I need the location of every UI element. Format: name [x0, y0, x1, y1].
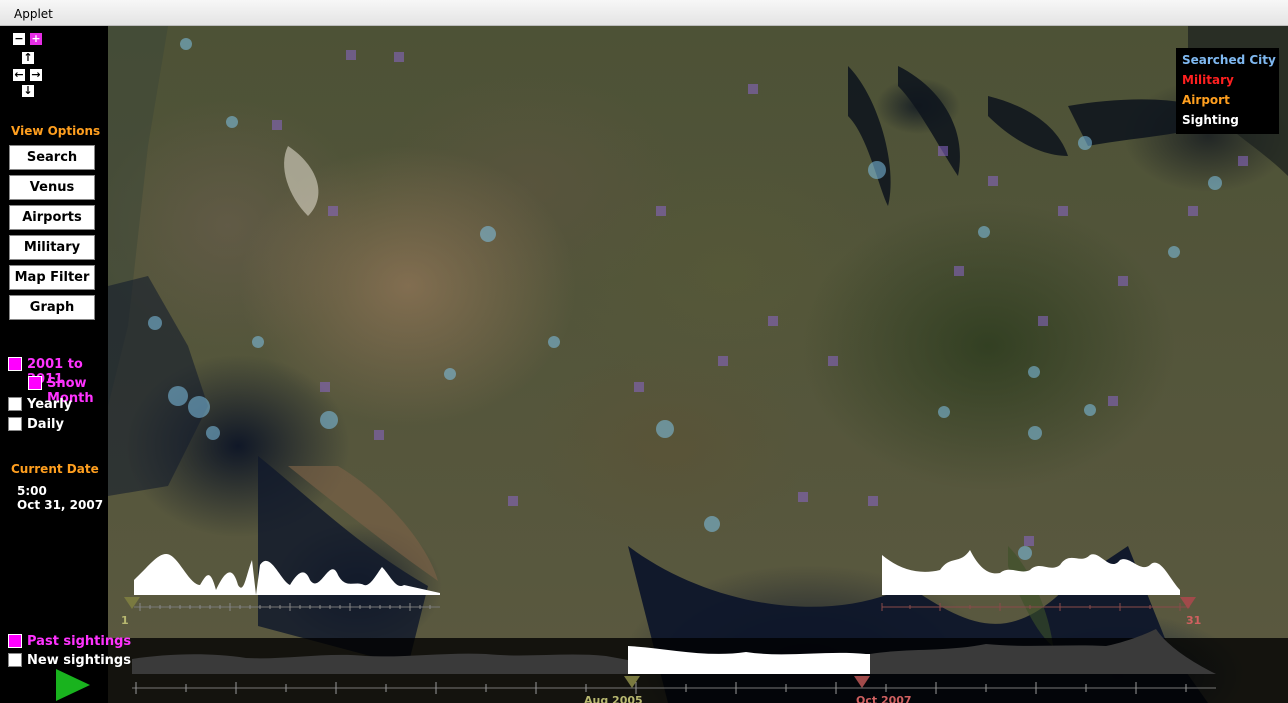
- sighting-marker: [1118, 276, 1128, 286]
- sidebar: − + ↑ ← → ↓ View Options Search Venus Ai…: [0, 26, 108, 703]
- sighting-marker: [1188, 206, 1198, 216]
- graph-button[interactable]: Graph: [9, 295, 95, 320]
- legend-sighting: Sighting: [1182, 113, 1239, 127]
- airports-button[interactable]: Airports: [9, 205, 95, 230]
- sighting-marker: [768, 316, 778, 326]
- sighting-marker: [718, 356, 728, 366]
- sighting-marker: [1238, 156, 1248, 166]
- month-sightings-curve-mid: [256, 560, 440, 595]
- year-end-label: Oct 2007: [856, 694, 912, 703]
- month-timeline[interactable]: [120, 545, 1210, 635]
- sighting-marker: [978, 226, 990, 238]
- sighting-marker: [704, 516, 720, 532]
- sighting-marker: [868, 161, 886, 179]
- sighting-marker: [272, 120, 282, 130]
- zoom-in-button[interactable]: +: [29, 32, 43, 46]
- new-sightings-label: New sightings: [27, 653, 131, 668]
- sighting-marker: [1084, 404, 1096, 416]
- current-date: Oct 31, 2007: [17, 498, 104, 512]
- legend-searched-city: Searched City: [1182, 53, 1276, 67]
- sighting-marker: [1038, 316, 1048, 326]
- sighting-marker: [252, 336, 264, 348]
- new-sightings-checkbox[interactable]: [8, 653, 22, 667]
- pan-right-button[interactable]: →: [29, 68, 43, 82]
- sighting-marker: [868, 496, 878, 506]
- sighting-marker: [148, 316, 162, 330]
- sighting-marker: [206, 426, 220, 440]
- year-sightings-curve-left: [132, 653, 628, 674]
- past-sightings-label: Past sightings: [27, 634, 132, 649]
- year-end-handle[interactable]: [854, 676, 870, 688]
- view-options-title: View Options: [11, 124, 101, 138]
- sighting-marker: [320, 382, 330, 392]
- daily-checkbox[interactable]: [8, 417, 22, 431]
- venus-button[interactable]: Venus: [9, 175, 95, 200]
- yearly-label: Yearly: [27, 397, 73, 412]
- year-sightings-curve-selected: [628, 646, 870, 674]
- sighting-marker: [938, 146, 948, 156]
- month-sightings-curve-right: [882, 550, 1180, 595]
- sighting-marker: [1058, 206, 1068, 216]
- sighting-marker: [1108, 396, 1118, 406]
- sighting-marker: [748, 84, 758, 94]
- sighting-marker: [508, 496, 518, 506]
- sighting-marker: [168, 386, 188, 406]
- year-sightings-curve-right: [870, 629, 1216, 674]
- sighting-marker: [954, 266, 964, 276]
- year-start-handle[interactable]: [624, 676, 640, 688]
- sighting-marker: [1028, 366, 1040, 378]
- map-legend: Searched City Military Airport Sighting: [1176, 48, 1279, 134]
- sighting-marker: [828, 356, 838, 366]
- sighting-marker: [1168, 246, 1180, 258]
- pan-left-button[interactable]: ←: [12, 68, 26, 82]
- sighting-marker: [480, 226, 496, 242]
- pan-down-button[interactable]: ↓: [21, 84, 35, 98]
- show-month-radio[interactable]: [28, 376, 42, 390]
- sighting-marker: [346, 50, 356, 60]
- sighting-marker: [226, 116, 238, 128]
- sighting-marker: [798, 492, 808, 502]
- sighting-marker: [988, 176, 998, 186]
- sighting-marker: [938, 406, 950, 418]
- sighting-marker: [656, 206, 666, 216]
- military-button[interactable]: Military: [9, 235, 95, 260]
- search-button[interactable]: Search: [9, 145, 95, 170]
- sighting-marker: [1208, 176, 1222, 190]
- sighting-marker: [634, 382, 644, 392]
- month-sightings-curve-left: [134, 554, 256, 595]
- legend-airport: Airport: [1182, 93, 1230, 107]
- sighting-marker: [394, 52, 404, 62]
- sighting-marker: [328, 206, 338, 216]
- sighting-marker: [180, 38, 192, 50]
- map-filter-button[interactable]: Map Filter: [9, 265, 95, 290]
- year-start-label: Aug 2005: [584, 694, 643, 703]
- zoom-out-button[interactable]: −: [12, 32, 26, 46]
- sighting-marker: [374, 430, 384, 440]
- daily-label: Daily: [27, 417, 64, 432]
- past-sightings-radio[interactable]: [8, 634, 22, 648]
- sighting-marker: [320, 411, 338, 429]
- sighting-marker: [1028, 426, 1042, 440]
- sighting-marker: [548, 336, 560, 348]
- sighting-marker: [188, 396, 210, 418]
- sighting-marker: [656, 420, 674, 438]
- range-radio[interactable]: [8, 357, 22, 371]
- pan-up-button[interactable]: ↑: [21, 51, 35, 65]
- legend-military: Military: [1182, 73, 1234, 87]
- year-timeline[interactable]: [126, 624, 1226, 703]
- current-date-title: Current Date: [11, 462, 99, 476]
- window-title: Applet: [0, 0, 1288, 26]
- play-icon[interactable]: [56, 669, 90, 701]
- sighting-marker: [1078, 136, 1092, 150]
- sighting-marker: [444, 368, 456, 380]
- current-time: 5:00: [17, 484, 47, 498]
- yearly-checkbox[interactable]: [8, 397, 22, 411]
